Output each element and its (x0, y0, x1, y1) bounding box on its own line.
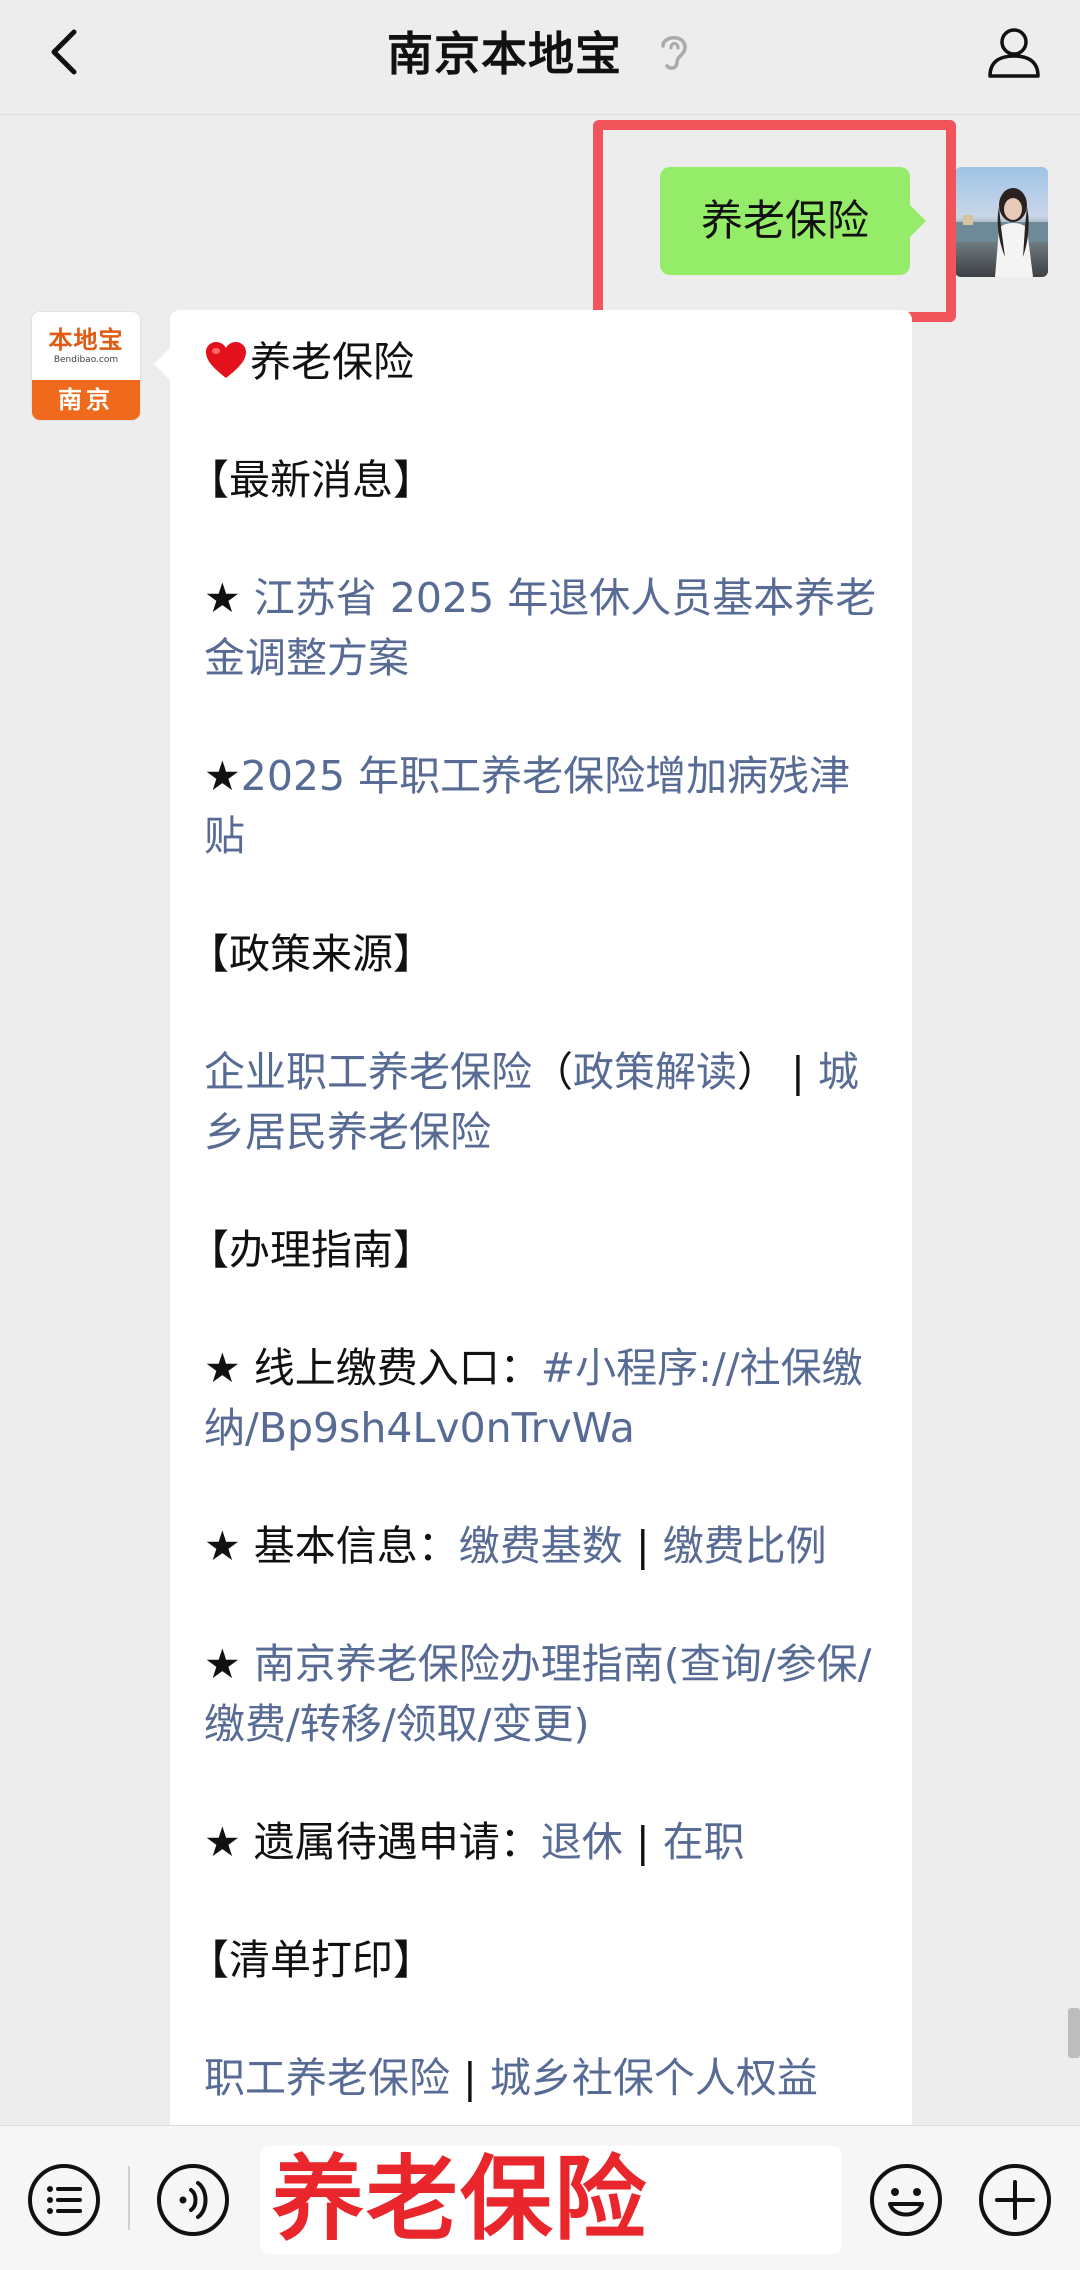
retired-link[interactable]: 退休 (541, 1818, 623, 1866)
separator: | (622, 1818, 663, 1866)
nanjing-guide-link[interactable]: 南京养老保险办理指南(查询/参保/缴费/转移/领取/变更) (204, 1640, 871, 1748)
survivor-item: ★ 遗属待遇申请：退休 | 在职 (204, 1812, 878, 1872)
page-title: 南京本地宝 (386, 27, 622, 81)
heart-icon (206, 342, 246, 378)
title-wrap: 南京本地宝 (0, 18, 1080, 84)
separator: | (622, 1522, 663, 1570)
separator: | (778, 1048, 818, 1096)
reply-title-line: 养老保险 (204, 332, 878, 392)
highlight-box (593, 120, 956, 322)
guide-heading: 【办理指南】 (188, 1226, 434, 1274)
star-prefix: ★ (204, 1640, 254, 1688)
online-payment-item: ★ 线上缴费入口：#小程序://社保缴纳/Bp9sh4Lv0nTrvWa (204, 1338, 878, 1458)
chat-area: 养老保险 本地宝 Bendibao.com 南京 养老保险 【最新消息】 ★ 江… (0, 115, 1080, 2125)
logo-top: 本地宝 Bendibao.com (32, 312, 140, 380)
policy-interpretation-link[interactable]: 政策解读 (573, 1048, 737, 1096)
bot-reply-bubble: 养老保险 【最新消息】 ★ 江苏省 2025 年退休人员基本养老金调整方案 ★2… (154, 310, 912, 2125)
input-bar: 养老保险 (0, 2125, 1080, 2270)
voice-icon[interactable] (155, 2162, 231, 2238)
scrollbar-thumb[interactable] (1068, 2008, 1080, 2058)
contribution-base-link[interactable]: 缴费基数 (459, 1522, 623, 1570)
basic-info-item: ★ 基本信息：缴费基数 | 缴费比例 (204, 1516, 878, 1576)
top-bar: 南京本地宝 (0, 0, 1080, 115)
ear-icon (661, 36, 687, 70)
list-menu-icon[interactable] (26, 2162, 102, 2238)
resident-rights-link[interactable]: 城乡社保个人权益 (490, 2054, 818, 2102)
logo-name: 本地宝 (48, 326, 124, 354)
survivor-label: ★ 遗属待遇申请： (204, 1818, 541, 1866)
user-message-row: 养老保险 (0, 115, 1080, 322)
employee-pension-print-link[interactable]: 职工养老保险 (204, 2054, 450, 2102)
basic-info-label: ★ 基本信息： (204, 1522, 459, 1570)
employee-pension-link[interactable]: 企业职工养老保险 (204, 1048, 532, 1096)
contribution-ratio-link[interactable]: 缴费比例 (663, 1522, 827, 1570)
logo-url: Bendibao.com (53, 355, 119, 365)
print-links: 职工养老保险 | 城乡社保个人权益 (204, 2048, 878, 2108)
avatar-photo (955, 188, 1048, 277)
person-icon[interactable] (982, 20, 1046, 84)
pension-adjustment-link[interactable]: 江苏省 2025 年退休人员基本养老金调整方案 (204, 574, 876, 682)
bot-avatar[interactable]: 本地宝 Bendibao.com 南京 (32, 312, 140, 420)
logo-city: 南京 (32, 380, 140, 420)
employed-link[interactable]: 在职 (663, 1818, 745, 1866)
input-divider (128, 2166, 130, 2230)
star-prefix: ★ (204, 752, 241, 800)
online-payment-label: ★ 线上缴费入口： (204, 1344, 541, 1392)
nanjing-guide-item: ★ 南京养老保险办理指南(查询/参保/缴费/转移/领取/变更) (204, 1634, 878, 1754)
user-avatar[interactable] (955, 167, 1048, 277)
disability-allowance-link[interactable]: 2025 年职工养老保险增加病残津贴 (204, 752, 850, 860)
latest-item-2: ★2025 年职工养老保险增加病残津贴 (204, 746, 878, 866)
separator: | (450, 2054, 490, 2102)
print-heading: 【清单打印】 (188, 1936, 434, 1984)
star-prefix: ★ (204, 574, 254, 622)
policy-links: 企业职工养老保险（政策解读） | 城乡居民养老保险 (204, 1042, 878, 1162)
paren-open: （ (532, 1048, 573, 1096)
paren-close: ） (737, 1048, 778, 1096)
latest-heading: 【最新消息】 (188, 456, 434, 504)
plus-icon[interactable] (977, 2162, 1053, 2238)
policy-heading: 【政策来源】 (188, 930, 434, 978)
latest-item-1: ★ 江苏省 2025 年退休人员基本养老金调整方案 (204, 568, 878, 688)
reply-title: 养老保险 (250, 338, 414, 386)
emoji-icon[interactable] (868, 2162, 944, 2238)
message-input[interactable]: 养老保险 (260, 2146, 842, 2254)
